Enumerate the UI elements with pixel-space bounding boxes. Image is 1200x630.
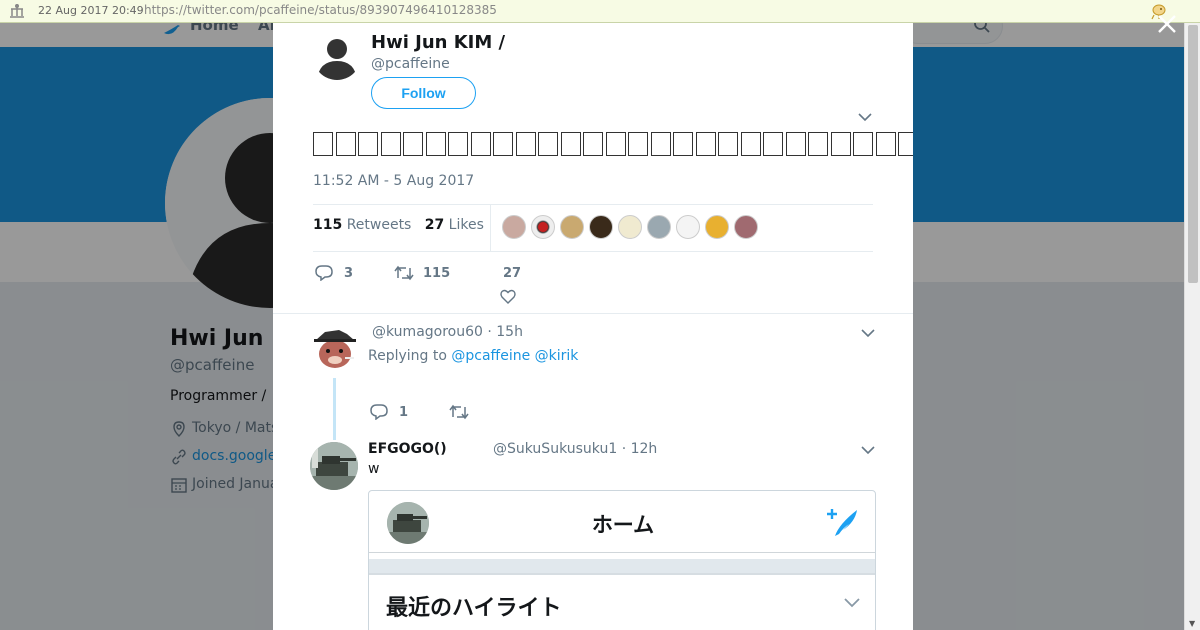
missing-glyph bbox=[695, 131, 716, 156]
missing-glyph bbox=[785, 131, 806, 156]
missing-glyph bbox=[515, 131, 536, 156]
divider bbox=[313, 204, 873, 205]
reply-count: 3 bbox=[344, 266, 354, 281]
default-avatar-icon bbox=[313, 32, 361, 80]
reply-icon[interactable] bbox=[315, 265, 333, 281]
bear-avatar-icon bbox=[314, 330, 356, 368]
missing-glyph bbox=[853, 131, 873, 156]
chevron-down-icon[interactable] bbox=[861, 445, 875, 455]
missing-glyph bbox=[335, 131, 356, 156]
like-count: 27 bbox=[503, 266, 522, 281]
missing-glyph bbox=[875, 131, 896, 156]
archive-url[interactable]: https://twitter.com/pcaffeine/status/893… bbox=[144, 3, 497, 17]
scrollbar-thumb[interactable] bbox=[1188, 25, 1198, 283]
missing-glyph bbox=[673, 131, 693, 156]
missing-glyph bbox=[718, 131, 738, 156]
missing-glyph bbox=[358, 131, 378, 156]
missing-glyph bbox=[830, 131, 851, 156]
missing-glyph bbox=[763, 131, 783, 156]
liker-avatar[interactable] bbox=[705, 215, 729, 239]
reply-text: w bbox=[368, 461, 380, 477]
replies-separator bbox=[273, 313, 913, 314]
missing-glyph bbox=[448, 131, 468, 156]
missing-glyph bbox=[583, 131, 603, 156]
retweets-label[interactable]: Retweets bbox=[347, 217, 412, 233]
image-section-title: 最近のハイライト bbox=[386, 596, 562, 621]
missing-glyph bbox=[538, 131, 558, 156]
liker-avatar[interactable] bbox=[618, 215, 642, 239]
image-header-title: ホーム bbox=[591, 513, 655, 537]
tweet-author-avatar[interactable] bbox=[313, 32, 361, 80]
missing-glyph bbox=[740, 131, 761, 156]
retweet-icon[interactable] bbox=[449, 404, 469, 420]
tweet-stats: 115 Retweets 27 Likes bbox=[313, 217, 484, 233]
follow-button[interactable]: Follow bbox=[371, 77, 476, 109]
missing-glyph bbox=[470, 131, 491, 156]
tweet-author-handle[interactable]: @pcaffeine bbox=[371, 56, 450, 72]
archive-bar: 22 Aug 2017 20:49 https://twitter.com/pc… bbox=[0, 0, 1200, 23]
mention-link[interactable]: @kirik bbox=[535, 348, 579, 364]
missing-glyph bbox=[403, 131, 423, 156]
missing-glyph bbox=[605, 131, 626, 156]
missing-glyph bbox=[493, 131, 513, 156]
thread-line bbox=[333, 378, 336, 440]
reply-icon[interactable] bbox=[370, 404, 388, 420]
missing-glyph bbox=[425, 131, 446, 156]
tweet-modal: Hwi Jun KIM / @pcaffeine Follow 11:52 AM… bbox=[273, 23, 913, 630]
missing-glyph bbox=[808, 131, 828, 156]
reply-handle-time[interactable]: @kumagorou60 · 15h bbox=[372, 324, 523, 340]
scrollbar[interactable]: ▼ bbox=[1184, 23, 1200, 630]
liker-avatar[interactable] bbox=[589, 215, 613, 239]
likes-count[interactable]: 27 bbox=[425, 217, 444, 233]
scroll-down-arrow-icon[interactable]: ▼ bbox=[1189, 619, 1195, 628]
liker-avatar[interactable] bbox=[502, 215, 526, 239]
liker-avatar[interactable] bbox=[734, 215, 758, 239]
tweet-text bbox=[313, 127, 913, 158]
archive-logo-icon[interactable] bbox=[8, 3, 26, 19]
reply-avatar[interactable] bbox=[311, 324, 359, 372]
tweet-timestamp[interactable]: 11:52 AM - 5 Aug 2017 bbox=[313, 173, 474, 189]
attached-image[interactable]: ホーム 最近のハイライト bbox=[368, 490, 876, 630]
retweet-count: 115 bbox=[423, 266, 451, 281]
close-icon[interactable] bbox=[1157, 14, 1177, 34]
reply-count: 1 bbox=[399, 405, 409, 420]
likes-label[interactable]: Likes bbox=[449, 217, 484, 233]
image-divider bbox=[369, 573, 875, 575]
replying-to: Replying to @pcaffeine @kirik bbox=[368, 348, 578, 364]
compose-feather-icon bbox=[827, 509, 857, 536]
retweet-icon[interactable] bbox=[394, 265, 414, 281]
tweet-author-name[interactable]: Hwi Jun KIM / bbox=[371, 32, 505, 53]
reply-author-name[interactable]: EFGOGO() bbox=[368, 441, 447, 457]
mention-link[interactable]: @pcaffeine bbox=[451, 348, 530, 364]
image-header: ホーム bbox=[369, 491, 875, 553]
missing-glyph bbox=[560, 131, 581, 156]
missing-glyph bbox=[898, 131, 913, 156]
chevron-down-icon[interactable] bbox=[861, 328, 875, 338]
liker-avatar[interactable] bbox=[676, 215, 700, 239]
image-gray-bar bbox=[369, 559, 875, 573]
stats-separator bbox=[490, 205, 491, 251]
liker-avatar[interactable] bbox=[560, 215, 584, 239]
retweets-count[interactable]: 115 bbox=[313, 217, 342, 233]
liker-avatar[interactable] bbox=[531, 215, 555, 239]
liker-avatar[interactable] bbox=[647, 215, 671, 239]
missing-glyph bbox=[650, 131, 671, 156]
missing-glyph bbox=[313, 131, 333, 156]
chevron-down-icon bbox=[844, 598, 860, 608]
likers-list bbox=[502, 215, 763, 239]
archive-date: 22 Aug 2017 20:49 bbox=[38, 4, 144, 17]
missing-glyph bbox=[628, 131, 648, 156]
replying-to-label: Replying to bbox=[368, 348, 447, 364]
chevron-down-icon[interactable] bbox=[858, 112, 872, 122]
missing-glyph bbox=[380, 131, 401, 156]
reply-avatar[interactable] bbox=[310, 442, 358, 490]
reply-handle-time[interactable]: @SukuSukusuku1 · 12h bbox=[493, 441, 657, 457]
divider bbox=[313, 251, 873, 252]
heart-icon[interactable] bbox=[500, 289, 516, 304]
tank-avatar-icon bbox=[310, 442, 358, 490]
